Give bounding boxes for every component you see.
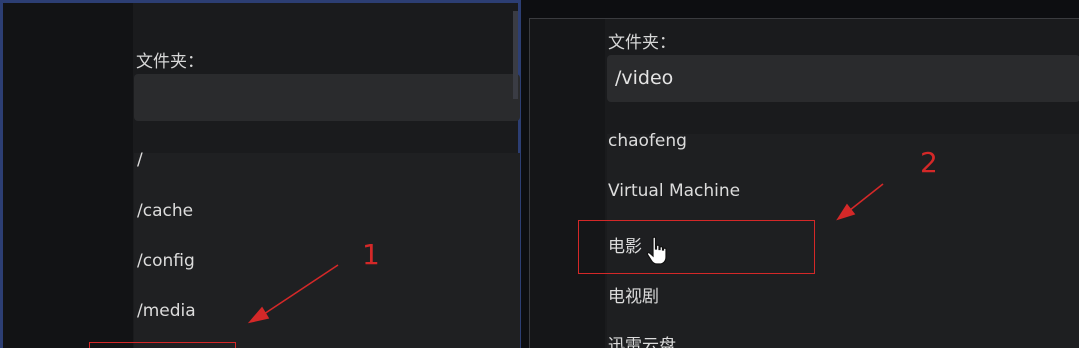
folder-item-xunlei-cloud[interactable]: 迅雷云盘 xyxy=(608,331,676,348)
folder-item-virtual-machine[interactable]: Virtual Machine xyxy=(608,181,740,201)
highlight-box-step2 xyxy=(578,220,815,274)
folder-label: 文件夹： xyxy=(608,33,676,53)
right-dialog-side-panel xyxy=(530,19,605,348)
left-dialog-side-panel xyxy=(3,3,133,348)
right-folder-dialog: 文件夹： /video chaofeng Virtual Machine 电影 … xyxy=(529,18,1079,348)
folder-item-root[interactable]: / xyxy=(137,150,143,170)
folder-label: 文件夹： xyxy=(136,52,204,72)
folder-item-media[interactable]: /media xyxy=(137,301,196,321)
folder-path-input[interactable] xyxy=(134,74,520,121)
scrollbar[interactable] xyxy=(513,11,518,99)
screenshot-stage: 文件夹： / /cache /config /media 文件夹： /video… xyxy=(0,0,1079,348)
step-number-2: 2 xyxy=(920,146,938,179)
step-number-1: 1 xyxy=(362,238,380,271)
left-folder-dialog: 文件夹： / /cache /config /media xyxy=(0,0,521,348)
folder-item-cache[interactable]: /cache xyxy=(137,201,193,221)
folder-item-config[interactable]: /config xyxy=(137,251,195,271)
hand-cursor-icon xyxy=(646,236,667,265)
folder-item-chaofeng[interactable]: chaofeng xyxy=(608,131,687,151)
folder-item-tv-series[interactable]: 电视剧 xyxy=(608,282,659,307)
folder-path-input[interactable]: /video xyxy=(607,55,1079,102)
folder-path-value: /video xyxy=(615,67,674,89)
highlight-box-step1 xyxy=(89,342,236,348)
